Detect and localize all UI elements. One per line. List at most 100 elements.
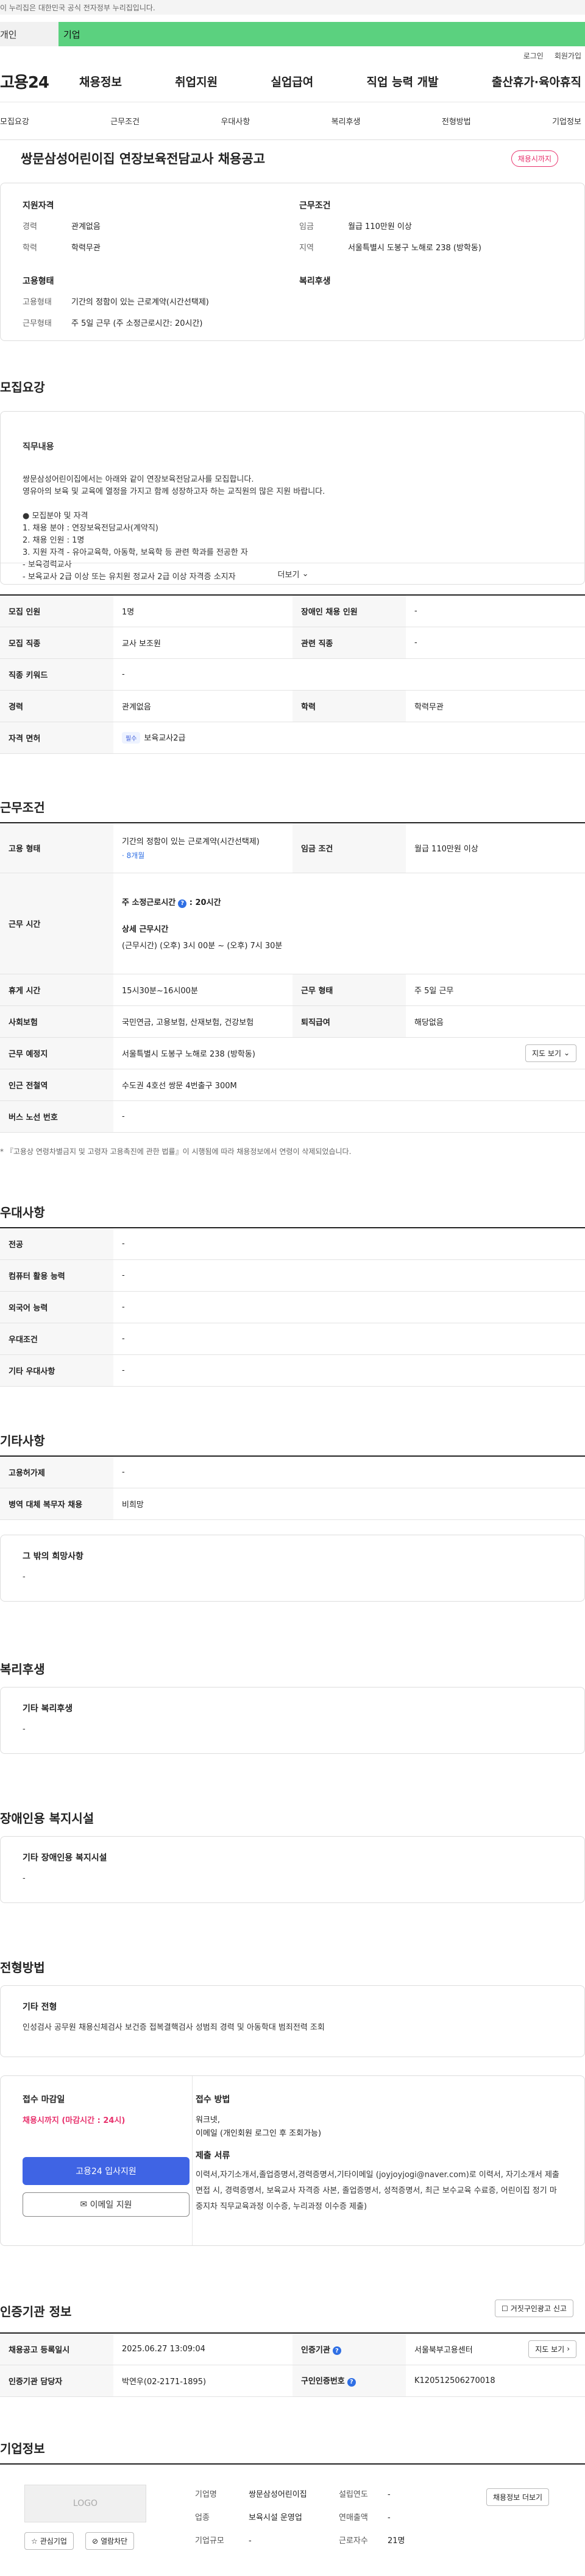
more-button[interactable]: 더보기 ⌄ bbox=[1, 563, 585, 585]
job-description-heading: 직무내용 bbox=[23, 442, 54, 452]
education-value: 학력무관 bbox=[71, 244, 101, 253]
cert-number-label: 구인인증번호 bbox=[301, 2377, 345, 2387]
docs-heading: 제출 서류 bbox=[196, 2151, 230, 2161]
table-row: 모집 인원 1명 장애인 채용 인원 - bbox=[0, 595, 585, 627]
cell-key: 퇴직급여 bbox=[292, 1005, 406, 1038]
cell-value: 월급 110만원 이상 bbox=[406, 823, 585, 873]
table-row: 모집 직종 교사 보조원 관련 직종 - bbox=[0, 627, 585, 659]
table-row: 우대조건 - bbox=[0, 1323, 585, 1355]
cell-key: 외국어 능력 bbox=[0, 1291, 113, 1323]
cell-value: - bbox=[406, 627, 585, 659]
table-row: 근무 예정지 서울특별시 도봉구 노해로 238 (방학동) 지도 보기 ⌄ bbox=[0, 1037, 585, 1069]
industry-key: 업종 bbox=[195, 2513, 210, 2522]
license-cell: 필수 보육교사2급 bbox=[113, 722, 585, 754]
industry-value: 보육시설 운영업 bbox=[249, 2513, 302, 2522]
cell-key: 경력 bbox=[0, 690, 113, 722]
other-wish-heading: 그 밖의 희망사항 bbox=[23, 1552, 83, 1561]
etc-section-title: 기타사항 bbox=[0, 1434, 45, 1448]
apply-button[interactable]: 고용24 입사지원 bbox=[23, 2157, 190, 2185]
gnb-job-training[interactable]: 직업 능력 개발 bbox=[367, 73, 439, 90]
cell-value: - bbox=[113, 1354, 585, 1387]
other-wish-value: - bbox=[23, 1572, 26, 1582]
help-icon[interactable]: ? bbox=[332, 2346, 341, 2355]
subnav-company[interactable]: 기업정보 bbox=[552, 115, 581, 127]
founded-value: - bbox=[388, 2490, 391, 2499]
cert-number-key: 구인인증번호? bbox=[292, 2365, 406, 2397]
cell-value: - bbox=[113, 1228, 585, 1260]
wage-key: 임금 bbox=[299, 222, 314, 231]
cell-key: 채용공고 등록일시 bbox=[0, 2333, 113, 2365]
gov-notice-bar: 이 누리집은 대한민국 공식 전자정부 누리집입니다. bbox=[0, 0, 585, 15]
work-form-value: 주 5일 근무 (주 소정근로시간: 20시간) bbox=[71, 319, 203, 328]
gnb-unemployment-benefit[interactable]: 실업급여 bbox=[271, 73, 313, 90]
favorite-company-button[interactable]: ☆ 관심기업 bbox=[24, 2532, 74, 2550]
weekly-hours-value: 20시간 bbox=[195, 898, 221, 908]
company-section-title: 기업정보 bbox=[0, 2441, 45, 2456]
cell-value: 관계없음 bbox=[113, 690, 292, 722]
founded-key: 설립연도 bbox=[339, 2490, 368, 2499]
welfare-heading: 기타 복리후생 bbox=[23, 1704, 73, 1714]
subnav-recruit[interactable]: 모집요강 bbox=[0, 115, 29, 127]
tab-personal[interactable]: 개인 bbox=[0, 22, 58, 46]
cell-value: - bbox=[113, 1259, 585, 1292]
member-type-tabs: 개인 기업 bbox=[0, 15, 585, 46]
table-row: 자격 면허 필수 보육교사2급 bbox=[0, 722, 585, 754]
signup-link[interactable]: 회원가입 bbox=[555, 51, 581, 61]
login-link[interactable]: 로그인 bbox=[523, 51, 544, 61]
prefer-table: 전공 - 컴퓨터 활용 능력 - 외국어 능력 - 우대조건 - 기타 우대사항 - bbox=[0, 1227, 585, 1387]
subnav-welfare[interactable]: 복리후생 bbox=[332, 115, 361, 127]
detail-hours-label: 상세 근무시간 bbox=[122, 924, 169, 934]
help-icon[interactable]: ? bbox=[178, 899, 187, 908]
cell-value: - bbox=[113, 1323, 585, 1355]
report-button[interactable]: ☐ 거짓구인광고 신고 bbox=[495, 2300, 573, 2317]
welfare-value: - bbox=[23, 1725, 26, 1734]
cell-key: 고용허가제 bbox=[0, 1456, 113, 1488]
table-row: 직종 키워드 - bbox=[0, 658, 585, 691]
section-nav: 모집요강 근무조건 우대사항 복리후생 전형방법 기업정보 bbox=[0, 102, 585, 140]
required-chip: 필수 bbox=[122, 732, 141, 744]
disabled-value: - bbox=[23, 1874, 26, 1883]
cell-value: 수도권 4호선 쌍문 4번출구 300M bbox=[113, 1069, 585, 1101]
qualification-heading: 지원자격 bbox=[23, 201, 54, 211]
cell-value: 1명 bbox=[113, 595, 292, 627]
cell-key: 기타 우대사항 bbox=[0, 1354, 113, 1387]
chevron-down-icon: ⌄ bbox=[302, 569, 309, 579]
cell-key: 근무 시간 bbox=[0, 873, 113, 974]
sales-key: 연매출액 bbox=[339, 2513, 368, 2522]
email-apply-button[interactable]: ✉ 이메일 지원 bbox=[23, 2192, 190, 2217]
cell-key: 인근 전철역 bbox=[0, 1069, 113, 1101]
subnav-prefer[interactable]: 우대사항 bbox=[221, 115, 250, 127]
subnav-work[interactable]: 근무조건 bbox=[110, 115, 140, 127]
table-row: 근무 시간 주 소정근로시간? : 20시간 상세 근무시간 (근무시간) (오… bbox=[0, 873, 585, 974]
cell-key: 장애인 채용 인원 bbox=[292, 595, 406, 627]
cell-key: 직종 키워드 bbox=[0, 658, 113, 691]
cell-value: 학력무관 bbox=[406, 690, 585, 722]
site-logo[interactable]: 고용24 bbox=[0, 70, 79, 93]
cell-value: 2025.06.27 13:09:04 bbox=[113, 2333, 292, 2365]
gnb-employment-support[interactable]: 취업지원 bbox=[175, 73, 218, 90]
subnav-process[interactable]: 전형방법 bbox=[442, 115, 471, 127]
table-row: 인증기관 담당자 박연우(02-2171-1895) 구인인증번호? K12051… bbox=[0, 2365, 585, 2397]
gnb-jobs[interactable]: 채용정보 bbox=[79, 73, 122, 90]
gnb-parental-leave[interactable]: 출산휴가·육아휴직 bbox=[492, 73, 581, 90]
age-law-note: * 『고용상 연령차별금지 및 고령자 고용촉진에 관한 법률』이 시행됨에 따… bbox=[0, 1147, 352, 1156]
method-heading: 접수 방법 bbox=[196, 2095, 230, 2105]
tab-company[interactable]: 기업 bbox=[58, 22, 585, 46]
megaphone-icon: ☐ bbox=[502, 2304, 508, 2313]
cell-key: 컴퓨터 활용 능력 bbox=[0, 1259, 113, 1292]
agency-map-button[interactable]: 지도 보기 › bbox=[528, 2340, 576, 2358]
block-company-button[interactable]: ⊘ 열람차단 bbox=[85, 2532, 135, 2550]
deadline-value: 채용시까지 (마감시간 : 24시) bbox=[23, 2116, 126, 2125]
company-logo-placeholder: LOGO bbox=[24, 2485, 146, 2522]
map-button[interactable]: 지도 보기 ⌄ bbox=[525, 1044, 576, 1062]
agency-key: 인증기관? bbox=[292, 2333, 406, 2365]
company-jobs-button[interactable]: 채용정보 더보기 bbox=[486, 2488, 550, 2506]
process-section-title: 전형방법 bbox=[0, 1960, 45, 1975]
more-label: 더보기 bbox=[277, 571, 300, 580]
cell-key: 자격 면허 bbox=[0, 722, 113, 754]
recruit-table: 모집 인원 1명 장애인 채용 인원 - 모집 직종 교사 보조원 관련 직종 - 직종… bbox=[0, 594, 585, 754]
help-icon[interactable]: ? bbox=[347, 2377, 356, 2387]
company-divider bbox=[0, 2463, 585, 2465]
employment-type-key: 고용형태 bbox=[23, 298, 52, 307]
employ-value: 기간의 정함이 있는 근로계약(시간선택제) bbox=[122, 837, 260, 847]
